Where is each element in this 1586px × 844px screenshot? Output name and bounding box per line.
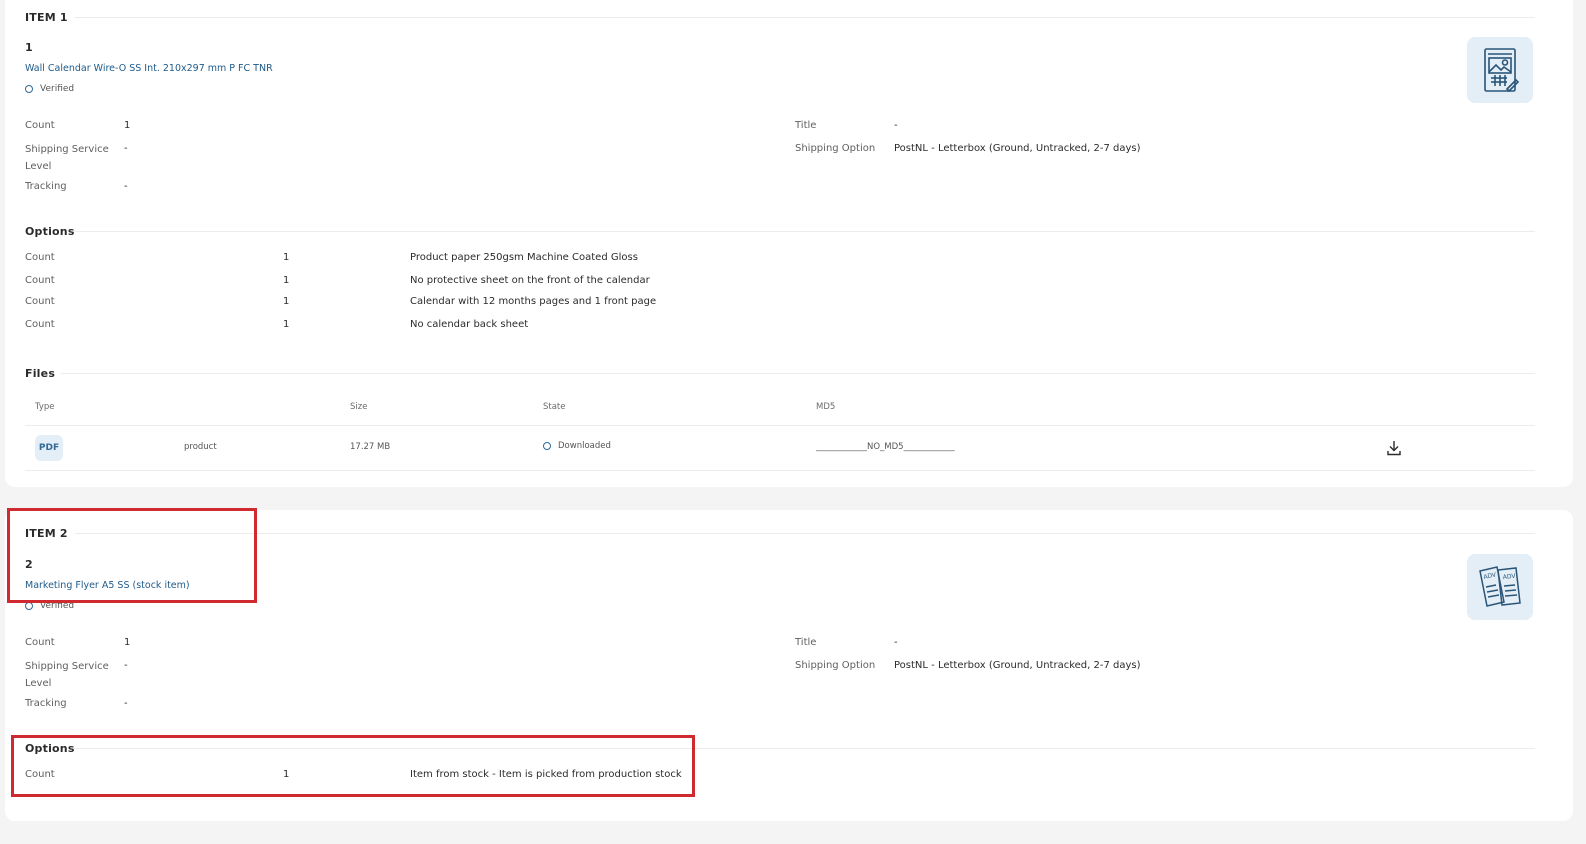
svg-text:ADV: ADV	[1502, 573, 1516, 581]
count-label: Count	[25, 120, 55, 131]
files-col-size: Size	[350, 402, 368, 412]
item-heading: ITEM 1	[25, 11, 68, 24]
item-card-1: ITEM 1 1 Wall Calendar Wire-O SS Int. 21…	[5, 0, 1573, 487]
option-description: No calendar back sheet	[410, 319, 529, 330]
option-count-label: Count	[25, 296, 55, 307]
option-count-value: 1	[283, 319, 290, 330]
files-col-md5: MD5	[816, 402, 836, 412]
file-size: 17.27 MB	[350, 442, 391, 452]
svg-text:ADV: ADV	[1483, 571, 1498, 581]
count-value: 1	[124, 120, 131, 131]
tracking-label: Tracking	[25, 698, 67, 709]
file-md5: ____________NO_MD5____________	[816, 442, 955, 452]
option-count-value: 1	[283, 296, 290, 307]
divider	[61, 373, 1535, 374]
tracking-value: -	[124, 181, 128, 192]
shipping-service-label: Shipping Service Level	[25, 144, 109, 172]
product-name-link[interactable]: Wall Calendar Wire-O SS Int. 210x297 mm …	[25, 63, 273, 74]
table-divider	[25, 470, 1535, 471]
highlight-box-options	[11, 735, 695, 797]
count-value: 1	[124, 637, 131, 648]
file-type: product	[184, 442, 217, 452]
title-value: -	[894, 120, 898, 131]
item-number: 1	[25, 41, 33, 54]
highlight-box-item-header	[7, 508, 257, 603]
option-count-value: 1	[283, 252, 290, 263]
divider	[73, 231, 1535, 232]
pdf-file-icon: PDF	[35, 435, 63, 461]
shipping-option-label: Shipping Option	[795, 660, 876, 671]
table-divider	[25, 425, 1535, 426]
files-col-state: State	[543, 402, 566, 412]
count-label: Count	[25, 637, 55, 648]
calendar-document-icon	[1467, 37, 1533, 103]
files-col-type: Type	[35, 402, 55, 412]
tracking-label: Tracking	[25, 181, 67, 192]
options-heading: Options	[25, 225, 75, 238]
state-circle-icon	[543, 442, 551, 450]
shipping-option-value: PostNL - Letterbox (Ground, Untracked, 2…	[894, 660, 1141, 671]
file-state: Downloaded	[543, 441, 611, 451]
shipping-option-value: PostNL - Letterbox (Ground, Untracked, 2…	[894, 143, 1141, 154]
flyer-adv-icon: ADV ADV	[1467, 554, 1533, 620]
title-label: Title	[795, 120, 817, 131]
title-label: Title	[795, 637, 817, 648]
option-count-value: 1	[283, 275, 290, 286]
divider	[75, 17, 1535, 18]
divider	[75, 533, 1535, 534]
title-value: -	[894, 637, 898, 648]
shipping-service-value: -	[124, 143, 128, 154]
shipping-option-label: Shipping Option	[795, 143, 876, 154]
status-circle-icon	[25, 602, 33, 610]
option-description: Product paper 250gsm Machine Coated Glos…	[410, 252, 638, 263]
option-count-label: Count	[25, 319, 55, 330]
file-state-label: Downloaded	[558, 441, 611, 451]
option-description: No protective sheet on the front of the …	[410, 275, 650, 286]
status-verified: Verified	[25, 84, 74, 94]
shipping-service-value: -	[124, 660, 128, 671]
shipping-service-label: Shipping Service Level	[25, 661, 109, 689]
download-icon[interactable]	[1387, 440, 1401, 460]
option-count-label: Count	[25, 275, 55, 286]
files-heading: Files	[25, 367, 56, 380]
option-count-label: Count	[25, 252, 55, 263]
option-description: Calendar with 12 months pages and 1 fron…	[410, 296, 657, 307]
status-circle-icon	[25, 85, 33, 93]
tracking-value: -	[124, 698, 128, 709]
status-label: Verified	[40, 84, 75, 94]
